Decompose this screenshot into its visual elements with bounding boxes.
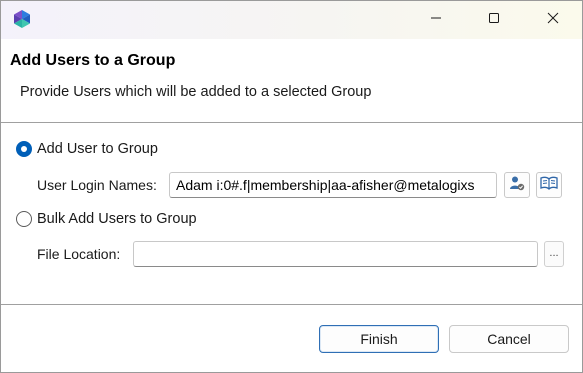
cancel-button[interactable]: Cancel	[449, 325, 569, 353]
minimize-icon	[430, 11, 442, 29]
cancel-button-label: Cancel	[487, 331, 531, 347]
check-user-icon	[509, 175, 525, 196]
maximize-button[interactable]	[471, 1, 517, 39]
address-book-icon	[540, 175, 558, 196]
browse-file-button[interactable]: ...	[544, 241, 564, 267]
maximize-icon	[488, 11, 500, 29]
add-user-radio[interactable]	[16, 141, 32, 157]
bulk-add-option[interactable]: Bulk Add Users to Group	[16, 211, 197, 227]
dialog-subtitle: Provide Users which will be added to a s…	[20, 84, 372, 100]
finish-button[interactable]: Finish	[319, 325, 439, 353]
file-location-input[interactable]	[133, 241, 538, 267]
header-divider	[1, 122, 582, 123]
app-logo-icon	[12, 9, 32, 29]
minimize-button[interactable]	[413, 1, 459, 39]
add-user-radio-label[interactable]: Add User to Group	[37, 141, 158, 157]
bulk-add-radio-label[interactable]: Bulk Add Users to Group	[37, 211, 197, 227]
browse-users-button[interactable]	[536, 172, 562, 198]
dialog-window: Add Users to a Group Provide Users which…	[0, 0, 583, 373]
dialog-title: Add Users to a Group	[10, 52, 176, 69]
add-user-option[interactable]: Add User to Group	[16, 141, 158, 157]
file-location-label: File Location:	[37, 246, 121, 262]
close-icon	[547, 11, 559, 29]
footer-divider	[1, 304, 582, 305]
finish-button-label: Finish	[360, 331, 398, 347]
user-login-names-input[interactable]: Adam i:0#.f|membership|aa-afisher@metalo…	[169, 172, 497, 198]
close-button[interactable]	[530, 1, 576, 39]
bulk-add-radio[interactable]	[16, 211, 32, 227]
check-names-button[interactable]	[504, 172, 530, 198]
user-login-names-label: User Login Names:	[37, 177, 157, 193]
title-bar[interactable]	[1, 1, 582, 39]
dialog-header: Add Users to a Group Provide Users which…	[1, 39, 582, 121]
